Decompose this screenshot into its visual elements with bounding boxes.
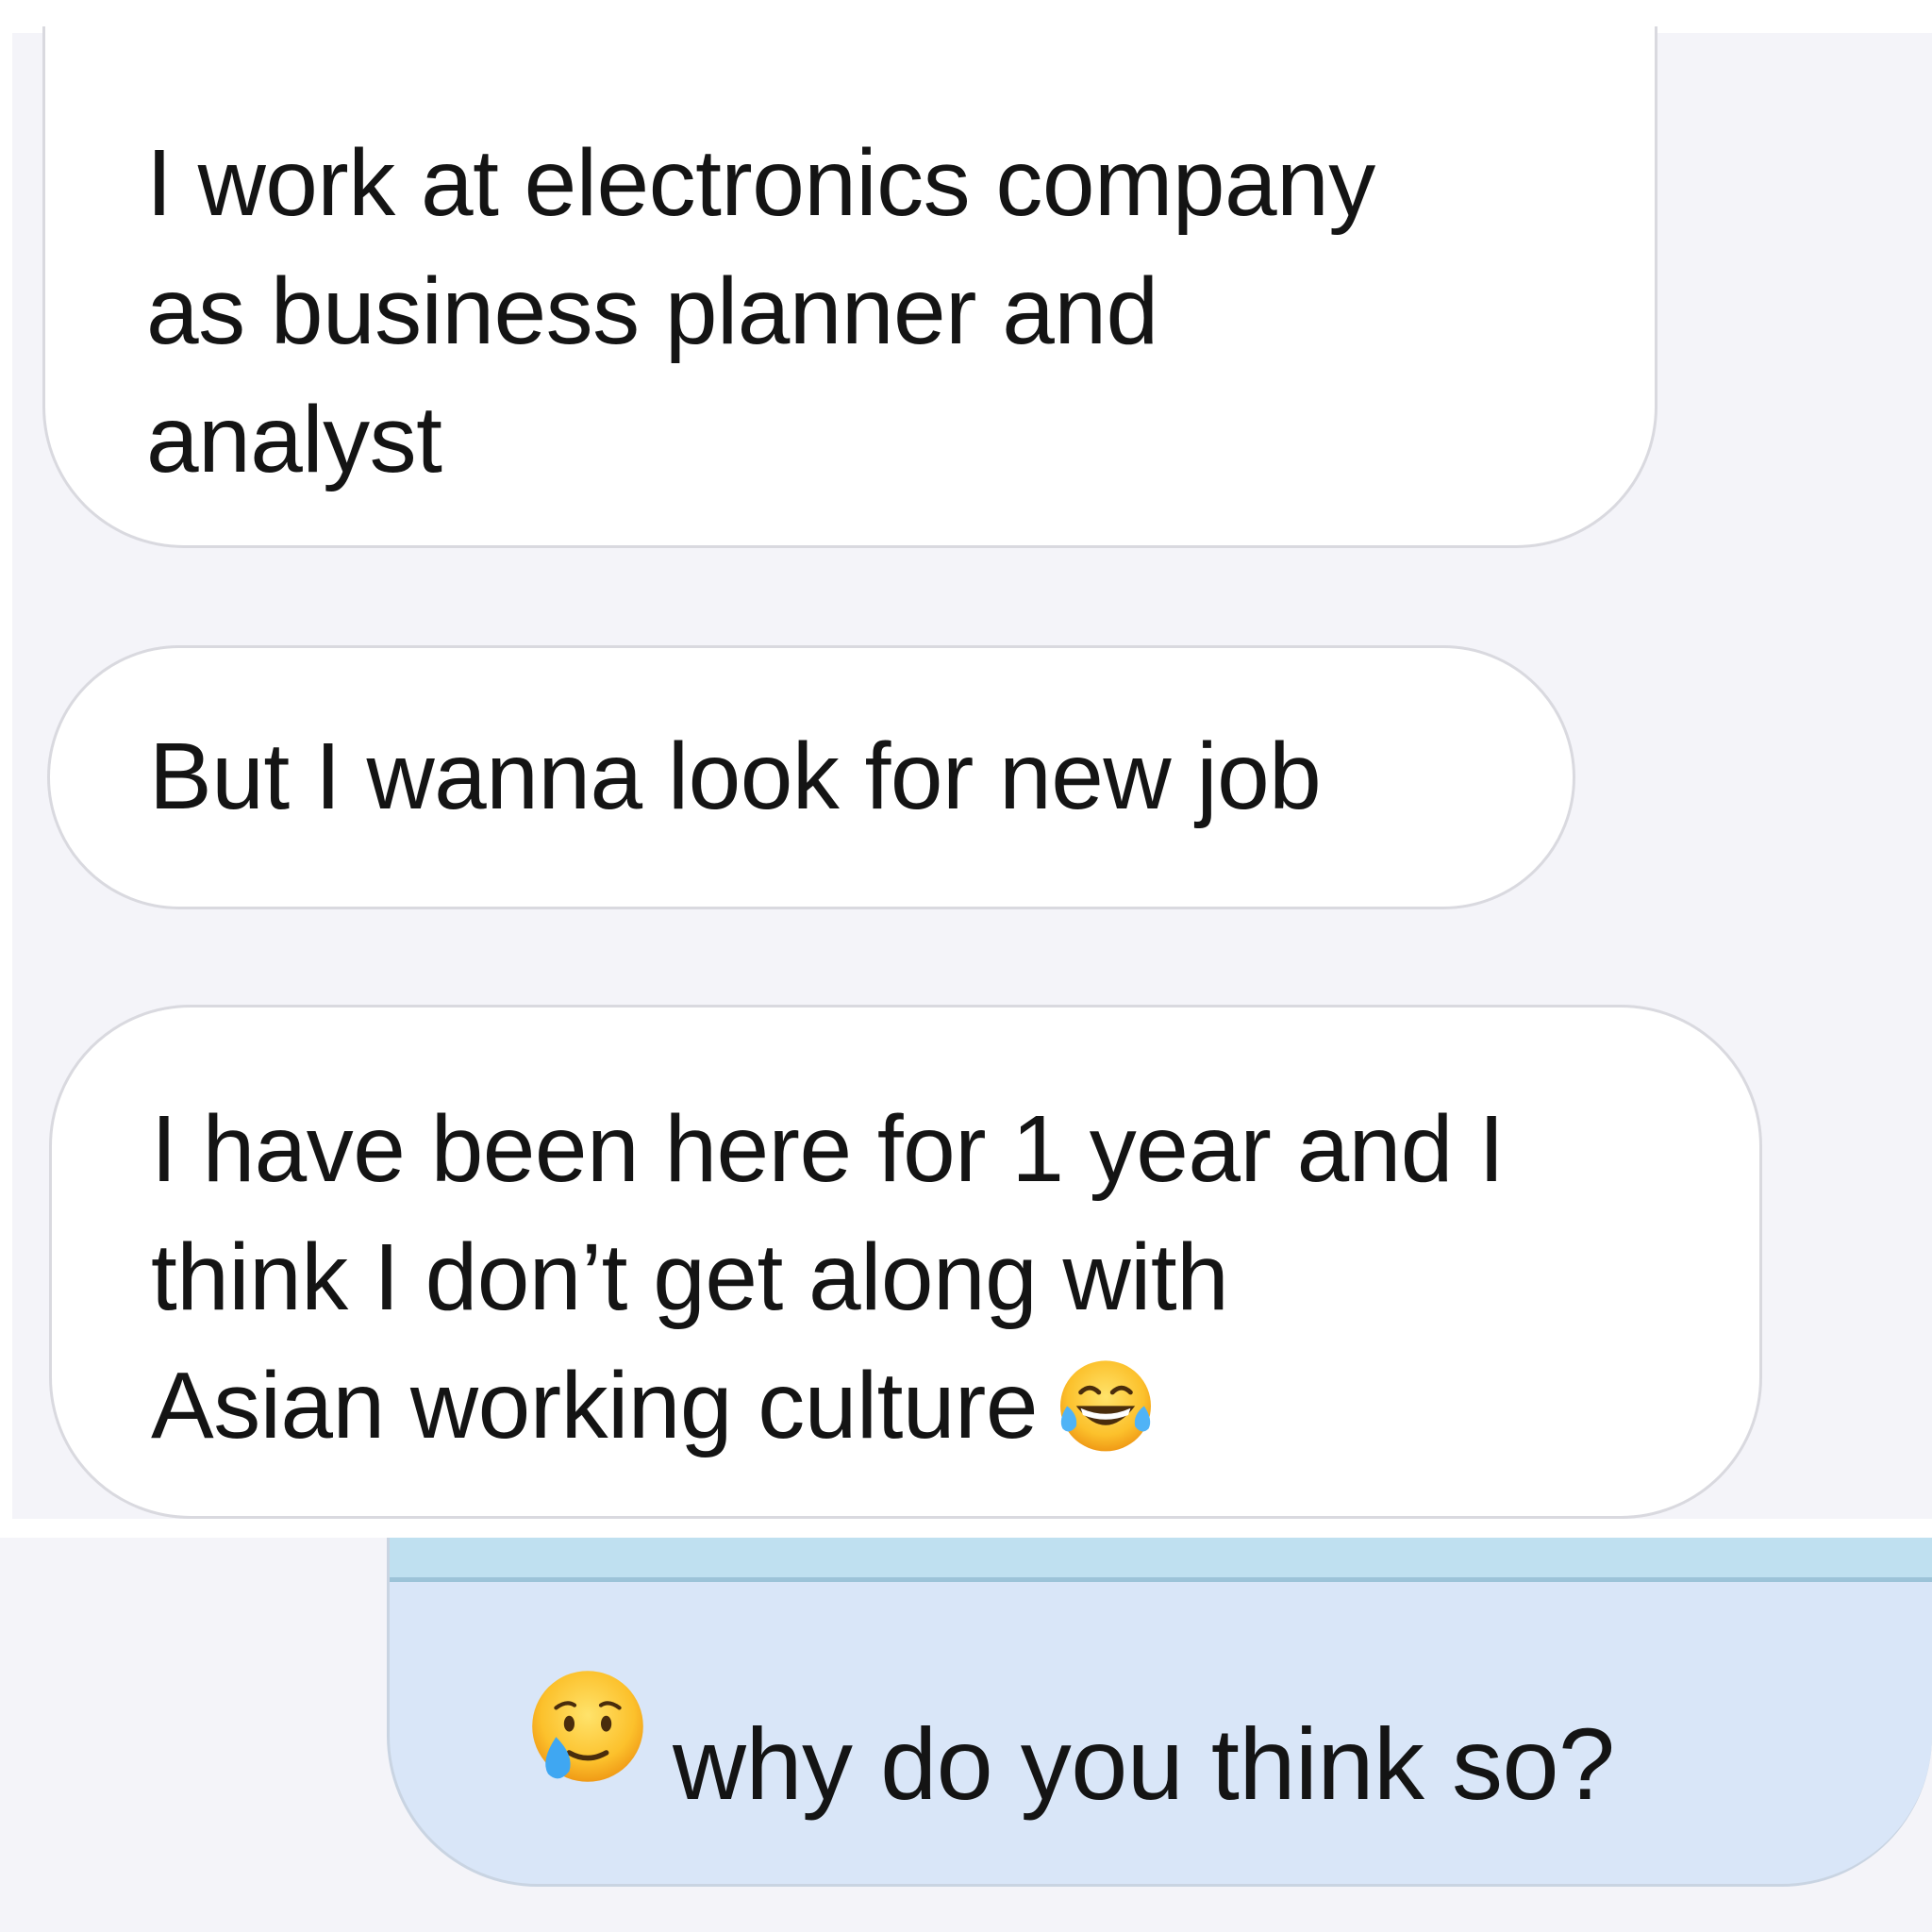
message-line: I work at electronics company	[146, 130, 1375, 236]
message-text: I work at electronics company as busines…	[146, 119, 1375, 504]
message-line: But I wanna look for new job	[149, 724, 1322, 829]
message-line: Asian working culture	[151, 1353, 1038, 1458]
face-with-tears-of-joy-icon	[1049, 1347, 1162, 1460]
message-line: I have been here for 1 year and I	[151, 1096, 1505, 1202]
message-line: analyst	[146, 387, 442, 492]
message-line: think I don’t get along with	[151, 1224, 1229, 1330]
incoming-message-bubble[interactable]: I have been here for 1 year and I think …	[49, 1005, 1762, 1519]
incoming-message-bubble[interactable]: But I wanna look for new job	[47, 645, 1575, 909]
message-text: But I wanna look for new job	[149, 712, 1322, 841]
message-text: why do you think so?	[673, 1707, 1615, 1821]
incoming-message-bubble[interactable]: I work at electronics company as busines…	[42, 26, 1657, 548]
sad-relieved-face-with-tear-icon	[522, 1660, 654, 1792]
outgoing-message-bubble[interactable]: why do you think so?	[387, 1538, 1932, 1887]
message-line: as business planner and	[146, 258, 1158, 364]
message-text: I have been here for 1 year and I think …	[151, 1085, 1505, 1470]
message-divider-strip	[390, 1538, 1932, 1582]
